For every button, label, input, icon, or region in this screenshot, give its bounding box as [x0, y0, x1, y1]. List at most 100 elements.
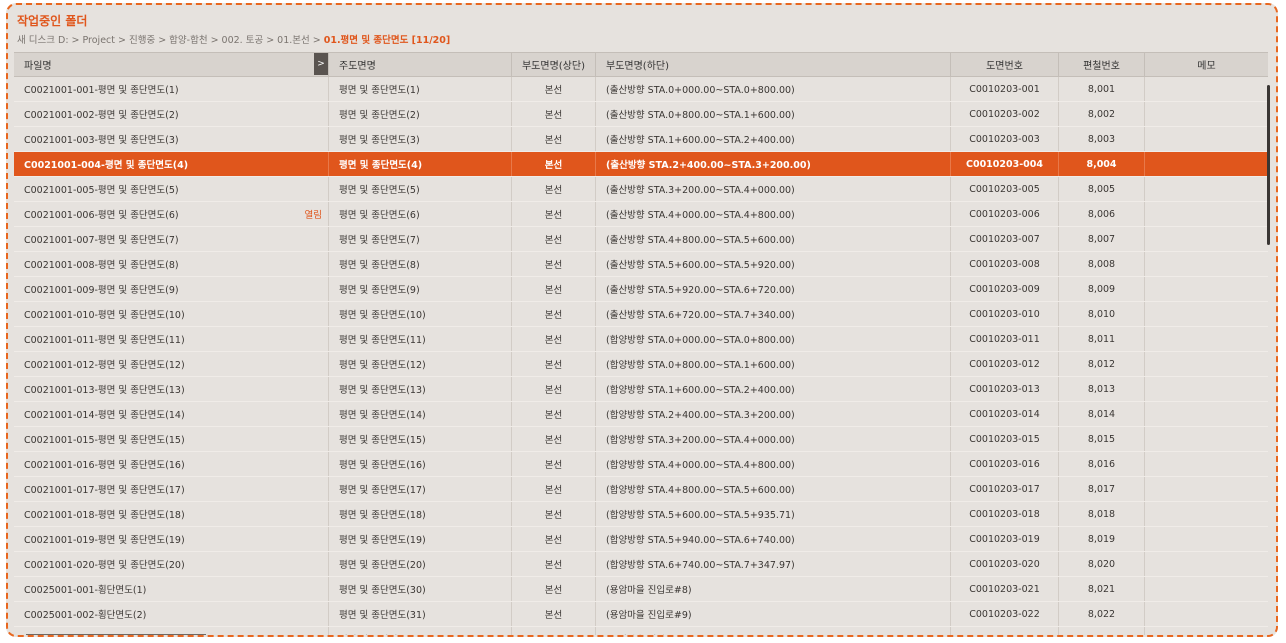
column-header-binding-no[interactable]: 편철번호	[1059, 53, 1145, 76]
cell-binding-no-text: 8,002	[1087, 108, 1116, 120]
cell-drawing-no: C0010203-004	[951, 152, 1059, 176]
table-row[interactable]: C0021001-004-평면 및 종단면도(4) 평면 및 종단면도(4) 본선 (…	[14, 152, 1268, 177]
cell-binding-no-text: 8,008	[1087, 258, 1116, 270]
cell-drawing-no-text: C0010203-018	[969, 508, 1040, 520]
table-row[interactable]: C0021001-010-평면 및 종단면도(10) 평면 및 종단면도(10) 본…	[14, 302, 1268, 327]
cell-sub-top: 본선	[512, 577, 596, 601]
cell-drawing-no-text: C0010203-007	[969, 233, 1040, 245]
cell-main-name: 평면 및 종단면도(5)	[329, 177, 512, 201]
column-header-sub-top[interactable]: 부도면명(상단)	[512, 53, 596, 76]
vertical-scrollbar[interactable]	[1267, 85, 1270, 245]
table-row[interactable]: C0021001-016-평면 및 종단면도(16) 평면 및 종단면도(16) 본…	[14, 452, 1268, 477]
cell-filename: C0021001-006-평면 및 종단면도(6) 열림	[14, 202, 329, 226]
cell-sub-top-text: 본선	[544, 610, 563, 621]
table-row[interactable]: C0021001-020-평면 및 종단면도(20) 평면 및 종단면도(20) 본…	[14, 552, 1268, 577]
cell-sub-top-text: 본선	[544, 135, 563, 146]
table-row[interactable]: C0021001-007-평면 및 종단면도(7) 평면 및 종단면도(7) 본선 (…	[14, 227, 1268, 252]
table-row[interactable]: C0021001-006-평면 및 종단면도(6) 열림 평면 및 종단면도(6) 본…	[14, 202, 1268, 227]
cell-sub-top: 본선	[512, 302, 596, 326]
cell-filename-text: C0021001-001-평면 및 종단면도(1)	[24, 85, 179, 96]
table-row[interactable]: C0025001-001-횡단면도(1) 평면 및 종단면도(30) 본선 (용암마을…	[14, 577, 1268, 602]
breadcrumb-item[interactable]: 002. 토공	[222, 35, 264, 46]
table-row[interactable]: C0021001-011-평면 및 종단면도(11) 평면 및 종단면도(11) 본…	[14, 327, 1268, 352]
cell-binding-no-text: 8,018	[1087, 508, 1116, 520]
column-header-memo[interactable]: 메모	[1145, 53, 1268, 76]
cell-filename: C0021001-002-평면 및 종단면도(2)	[14, 102, 329, 126]
cell-main-name-text: 평면 및 종단면도(19)	[339, 535, 426, 546]
table-row[interactable]: C0021001-019-평면 및 종단면도(19) 평면 및 종단면도(19) 본…	[14, 527, 1268, 552]
breadcrumb-current: 01.평면 및 종단면도 [11/20]	[323, 35, 451, 46]
cell-memo	[1145, 427, 1268, 451]
cell-binding-no-text: 8,011	[1087, 333, 1116, 345]
table-row[interactable]: C0021001-003-평면 및 종단면도(3) 평면 및 종단면도(3) 본선 (…	[14, 127, 1268, 152]
cell-filename-text: C0021001-003-평면 및 종단면도(3)	[24, 135, 179, 146]
cell-sub-bottom: (용암마을 진입로#10)	[596, 627, 951, 635]
cell-sub-bottom: (합양방향 STA.3+200.00~STA.4+000.00)	[596, 427, 951, 451]
cell-main-name-text: 평면 및 종단면도(17)	[339, 485, 426, 496]
breadcrumb-item[interactable]: Project	[82, 35, 115, 46]
cell-drawing-no: C0010203-007	[951, 227, 1059, 251]
cell-memo	[1145, 452, 1268, 476]
cell-filename-text: C0025001-002-횡단면도(2)	[24, 610, 147, 621]
breadcrumb-item[interactable]: 새 디스크 D:	[17, 35, 69, 46]
chevron-right-icon[interactable]: >	[314, 53, 328, 75]
cell-sub-top: 본선	[512, 602, 596, 626]
table-row[interactable]: C0021001-018-평면 및 종단면도(18) 평면 및 종단면도(18) 본…	[14, 502, 1268, 527]
table-row[interactable]: C0021001-008-평면 및 종단면도(8) 평면 및 종단면도(8) 본선 (…	[14, 252, 1268, 277]
cell-main-name-text: 평면 및 종단면도(7)	[339, 235, 420, 246]
cell-binding-no: 8,023	[1059, 627, 1145, 635]
cell-sub-top-text: 본선	[545, 632, 562, 635]
cell-binding-no-text: 8,005	[1087, 183, 1116, 195]
cell-sub-top-text: 본선	[544, 435, 563, 446]
cell-drawing-no-text: C0010203-008	[969, 258, 1040, 270]
table-row[interactable]: C0025001-003-횡단면도(3) 평면 및 종단면도(32) 본선 (용암마을…	[14, 627, 1268, 635]
cell-memo	[1145, 102, 1268, 126]
cell-binding-no-text: 8,001	[1087, 83, 1116, 95]
table-row[interactable]: C0021001-012-평면 및 종단면도(12) 평면 및 종단면도(12) 본…	[14, 352, 1268, 377]
breadcrumb-item[interactable]: 01.본선	[277, 35, 310, 46]
cell-filename-text: C0021001-011-평면 및 종단면도(11)	[24, 335, 185, 346]
cell-sub-top: 본선	[512, 552, 596, 576]
cell-drawing-no-text: C0010203-012	[969, 358, 1040, 370]
table-row[interactable]: C0021001-017-평면 및 종단면도(17) 평면 및 종단면도(17) 본…	[14, 477, 1268, 502]
horizontal-scrollbar[interactable]	[26, 634, 206, 635]
column-header-filename[interactable]: 파일명 >	[14, 53, 329, 76]
column-header-sub-bottom[interactable]: 부도면명(하단)	[596, 53, 951, 76]
column-header-main-name[interactable]: 주도면명	[329, 53, 512, 76]
working-folder-panel: 작업중인 폴더 새 디스크 D: > Project > 진행중 > 합양-합천 >002. …	[6, 3, 1278, 637]
cell-filename-text: C0021001-012-평면 및 종단면도(12)	[24, 360, 185, 371]
breadcrumb-item[interactable]: 합양-합천	[169, 35, 207, 46]
breadcrumb-separator: >	[312, 35, 321, 46]
table-row[interactable]: C0021001-014-평면 및 종단면도(14) 평면 및 종단면도(14) 본…	[14, 402, 1268, 427]
cell-drawing-no-text: C0010203-017	[969, 483, 1040, 495]
cell-drawing-no-text: C0010203-004	[965, 158, 1044, 170]
table-row[interactable]: C0021001-002-평면 및 종단면도(2) 평면 및 종단면도(2) 본선 (…	[14, 102, 1268, 127]
cell-main-name-text: 평면 및 종단면도(3)	[339, 135, 420, 146]
cell-filename: C0025001-003-횡단면도(3)	[14, 627, 329, 635]
table-row[interactable]: C0021001-013-평면 및 종단면도(13) 평면 및 종단면도(13) 본…	[14, 377, 1268, 402]
cell-sub-top: 본선	[512, 77, 596, 101]
cell-drawing-no: C0010203-010	[951, 302, 1059, 326]
table-row[interactable]: C0021001-001-평면 및 종단면도(1) 평면 및 종단면도(1) 본선 (…	[14, 77, 1268, 102]
cell-binding-no-text: 8,019	[1087, 533, 1116, 545]
table-row[interactable]: C0021001-005-평면 및 종단면도(5) 평면 및 종단면도(5) 본선 (…	[14, 177, 1268, 202]
cell-filename: C0021001-019-평면 및 종단면도(19)	[14, 527, 329, 551]
table-body: C0021001-001-평면 및 종단면도(1) 평면 및 종단면도(1) 본선 (…	[14, 77, 1268, 635]
cell-sub-bottom-text: (합양방향 STA.0+800.00~STA.1+600.00)	[606, 360, 795, 371]
cell-binding-no: 8,005	[1059, 177, 1145, 201]
column-header-drawing-no[interactable]: 도면번호	[951, 53, 1059, 76]
cell-filename: C0021001-001-평면 및 종단면도(1)	[14, 77, 329, 101]
table-row[interactable]: C0021001-015-평면 및 종단면도(15) 평면 및 종단면도(15) 본…	[14, 427, 1268, 452]
breadcrumb-item[interactable]: 진행중	[129, 35, 155, 46]
cell-main-name: 평면 및 종단면도(3)	[329, 127, 512, 151]
table-row[interactable]: C0025001-002-횡단면도(2) 평면 및 종단면도(31) 본선 (용암마을…	[14, 602, 1268, 627]
cell-sub-bottom: (출산방향 STA.5+600.00~STA.5+920.00)	[596, 252, 951, 276]
cell-sub-bottom: (출산방향 STA.0+800.00~STA.1+600.00)	[596, 102, 951, 126]
cell-sub-top-text: 본선	[544, 310, 563, 321]
table-row[interactable]: C0021001-009-평면 및 종단면도(9) 평면 및 종단면도(9) 본선 (…	[14, 277, 1268, 302]
cell-binding-no: 8,012	[1059, 352, 1145, 376]
cell-sub-bottom-text: (출산방향 STA.1+600.00~STA.2+400.00)	[606, 135, 795, 146]
cell-sub-bottom-text: (용암마을 진입로#10)	[606, 632, 698, 635]
cell-sub-top-text: 본선	[544, 85, 563, 96]
cell-binding-no: 8,016	[1059, 452, 1145, 476]
